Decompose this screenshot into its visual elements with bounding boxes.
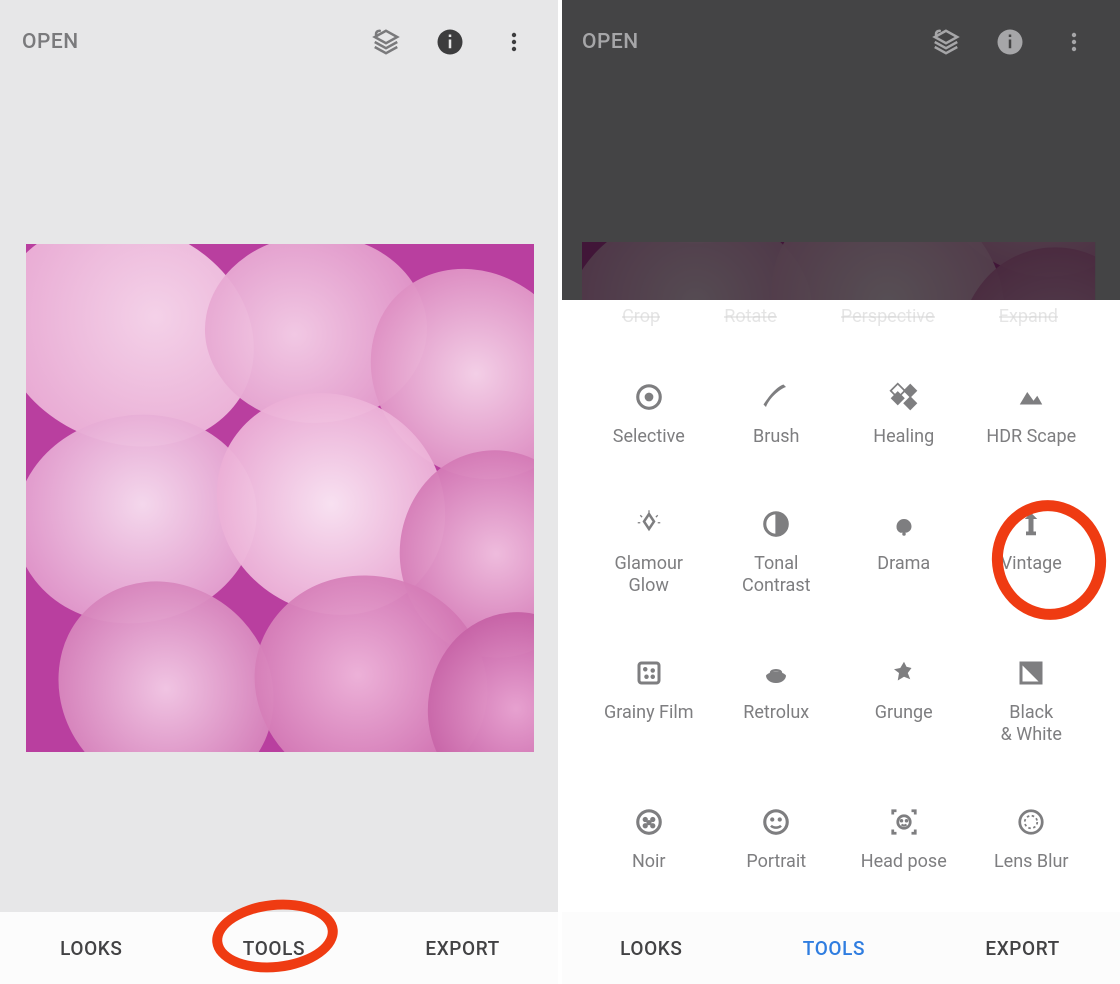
tool-label: Head pose [861, 851, 947, 874]
tool-label: Black & White [1001, 702, 1062, 747]
tool-label: Selective [613, 426, 685, 449]
tool-label: Grainy Film [604, 702, 694, 725]
portrait-icon [759, 805, 793, 839]
healing-icon [887, 380, 921, 414]
image-canvas[interactable] [0, 84, 560, 912]
selective-icon [632, 380, 666, 414]
tool-expand-label: Expand [999, 306, 1058, 327]
tab-tools[interactable]: TOOLS [243, 937, 305, 960]
tool-crop-label: Crop [622, 306, 660, 327]
tool-label: Grunge [875, 702, 933, 725]
tool-brush[interactable]: Brush [718, 380, 836, 449]
right-bottom-tabs: LOOKS TOOLS EXPORT [560, 912, 1120, 984]
tool-lens-blur[interactable]: Lens Blur [973, 805, 1091, 874]
tool-black-white[interactable]: Black & White [973, 656, 1091, 747]
tool-label: HDR Scape [986, 426, 1076, 449]
tools-row-partial: Crop Rotate Perspective Expand [560, 300, 1120, 335]
tool-selective[interactable]: Selective [590, 380, 708, 449]
drama-icon [887, 507, 921, 541]
tool-label: Brush [753, 426, 799, 449]
tool-label: Retrolux [743, 702, 809, 725]
right-topbar: OPEN [560, 0, 1120, 84]
tonal-contrast-icon [759, 507, 793, 541]
tool-glamour-glow[interactable]: Glamour Glow [590, 507, 708, 598]
open-button[interactable]: OPEN [582, 30, 639, 54]
head-pose-icon [887, 805, 921, 839]
tab-looks[interactable]: LOOKS [620, 937, 682, 960]
tool-retrolux[interactable]: Retrolux [718, 656, 836, 747]
tab-looks[interactable]: LOOKS [60, 937, 122, 960]
info-icon[interactable] [426, 18, 474, 66]
tool-label: Tonal Contrast [742, 553, 811, 598]
tool-label: Drama [877, 553, 930, 576]
right-screenshot: OPEN Crop Rotate Perspective Expand Sele… [560, 0, 1120, 984]
vintage-icon [1014, 507, 1048, 541]
tool-label: Noir [632, 851, 666, 874]
hdr-scape-icon [1014, 380, 1048, 414]
tool-grainy-film[interactable]: Grainy Film [590, 656, 708, 747]
open-button[interactable]: OPEN [22, 30, 79, 54]
tool-portrait[interactable]: Portrait [718, 805, 836, 874]
edit-stack-icon[interactable] [362, 18, 410, 66]
left-screenshot: OPEN LOOKS TOOLS EXPORT [0, 0, 560, 984]
left-bottom-tabs: LOOKS TOOLS EXPORT [0, 912, 560, 984]
tool-label: Portrait [746, 851, 806, 874]
tool-tonal-contrast[interactable]: Tonal Contrast [718, 507, 836, 598]
retrolux-icon [759, 656, 793, 690]
tool-label: Healing [873, 426, 934, 449]
brush-icon [759, 380, 793, 414]
tool-rotate-label: Rotate [724, 306, 776, 327]
screenshot-divider [558, 0, 562, 984]
grainy-film-icon [632, 656, 666, 690]
black-white-icon [1014, 656, 1048, 690]
info-icon[interactable] [986, 18, 1034, 66]
tool-label: Glamour Glow [614, 553, 683, 598]
more-icon[interactable] [1050, 18, 1098, 66]
tools-grid: Selective Brush Healing HDR Scape Glamou… [560, 335, 1120, 893]
tab-export[interactable]: EXPORT [425, 937, 499, 960]
tool-healing[interactable]: Healing [845, 380, 963, 449]
tool-noir[interactable]: Noir [590, 805, 708, 874]
tool-label: Vintage [1001, 553, 1062, 576]
edit-stack-icon[interactable] [922, 18, 970, 66]
photo-pink-flowers [26, 244, 534, 752]
tool-label: Lens Blur [994, 851, 1069, 874]
more-icon[interactable] [490, 18, 538, 66]
tab-tools[interactable]: TOOLS [803, 937, 865, 960]
lens-blur-icon [1014, 805, 1048, 839]
tool-head-pose[interactable]: Head pose [845, 805, 963, 874]
glamour-glow-icon [632, 507, 666, 541]
left-topbar: OPEN [0, 0, 560, 84]
grunge-icon [887, 656, 921, 690]
tool-perspective-label: Perspective [841, 306, 935, 327]
noir-icon [632, 805, 666, 839]
tool-drama[interactable]: Drama [845, 507, 963, 598]
tool-grunge[interactable]: Grunge [845, 656, 963, 747]
tool-vintage[interactable]: Vintage [973, 507, 1091, 598]
tool-hdr-scape[interactable]: HDR Scape [973, 380, 1091, 449]
tab-export[interactable]: EXPORT [985, 937, 1059, 960]
tools-panel[interactable]: Selective Brush Healing HDR Scape Glamou… [560, 335, 1120, 912]
